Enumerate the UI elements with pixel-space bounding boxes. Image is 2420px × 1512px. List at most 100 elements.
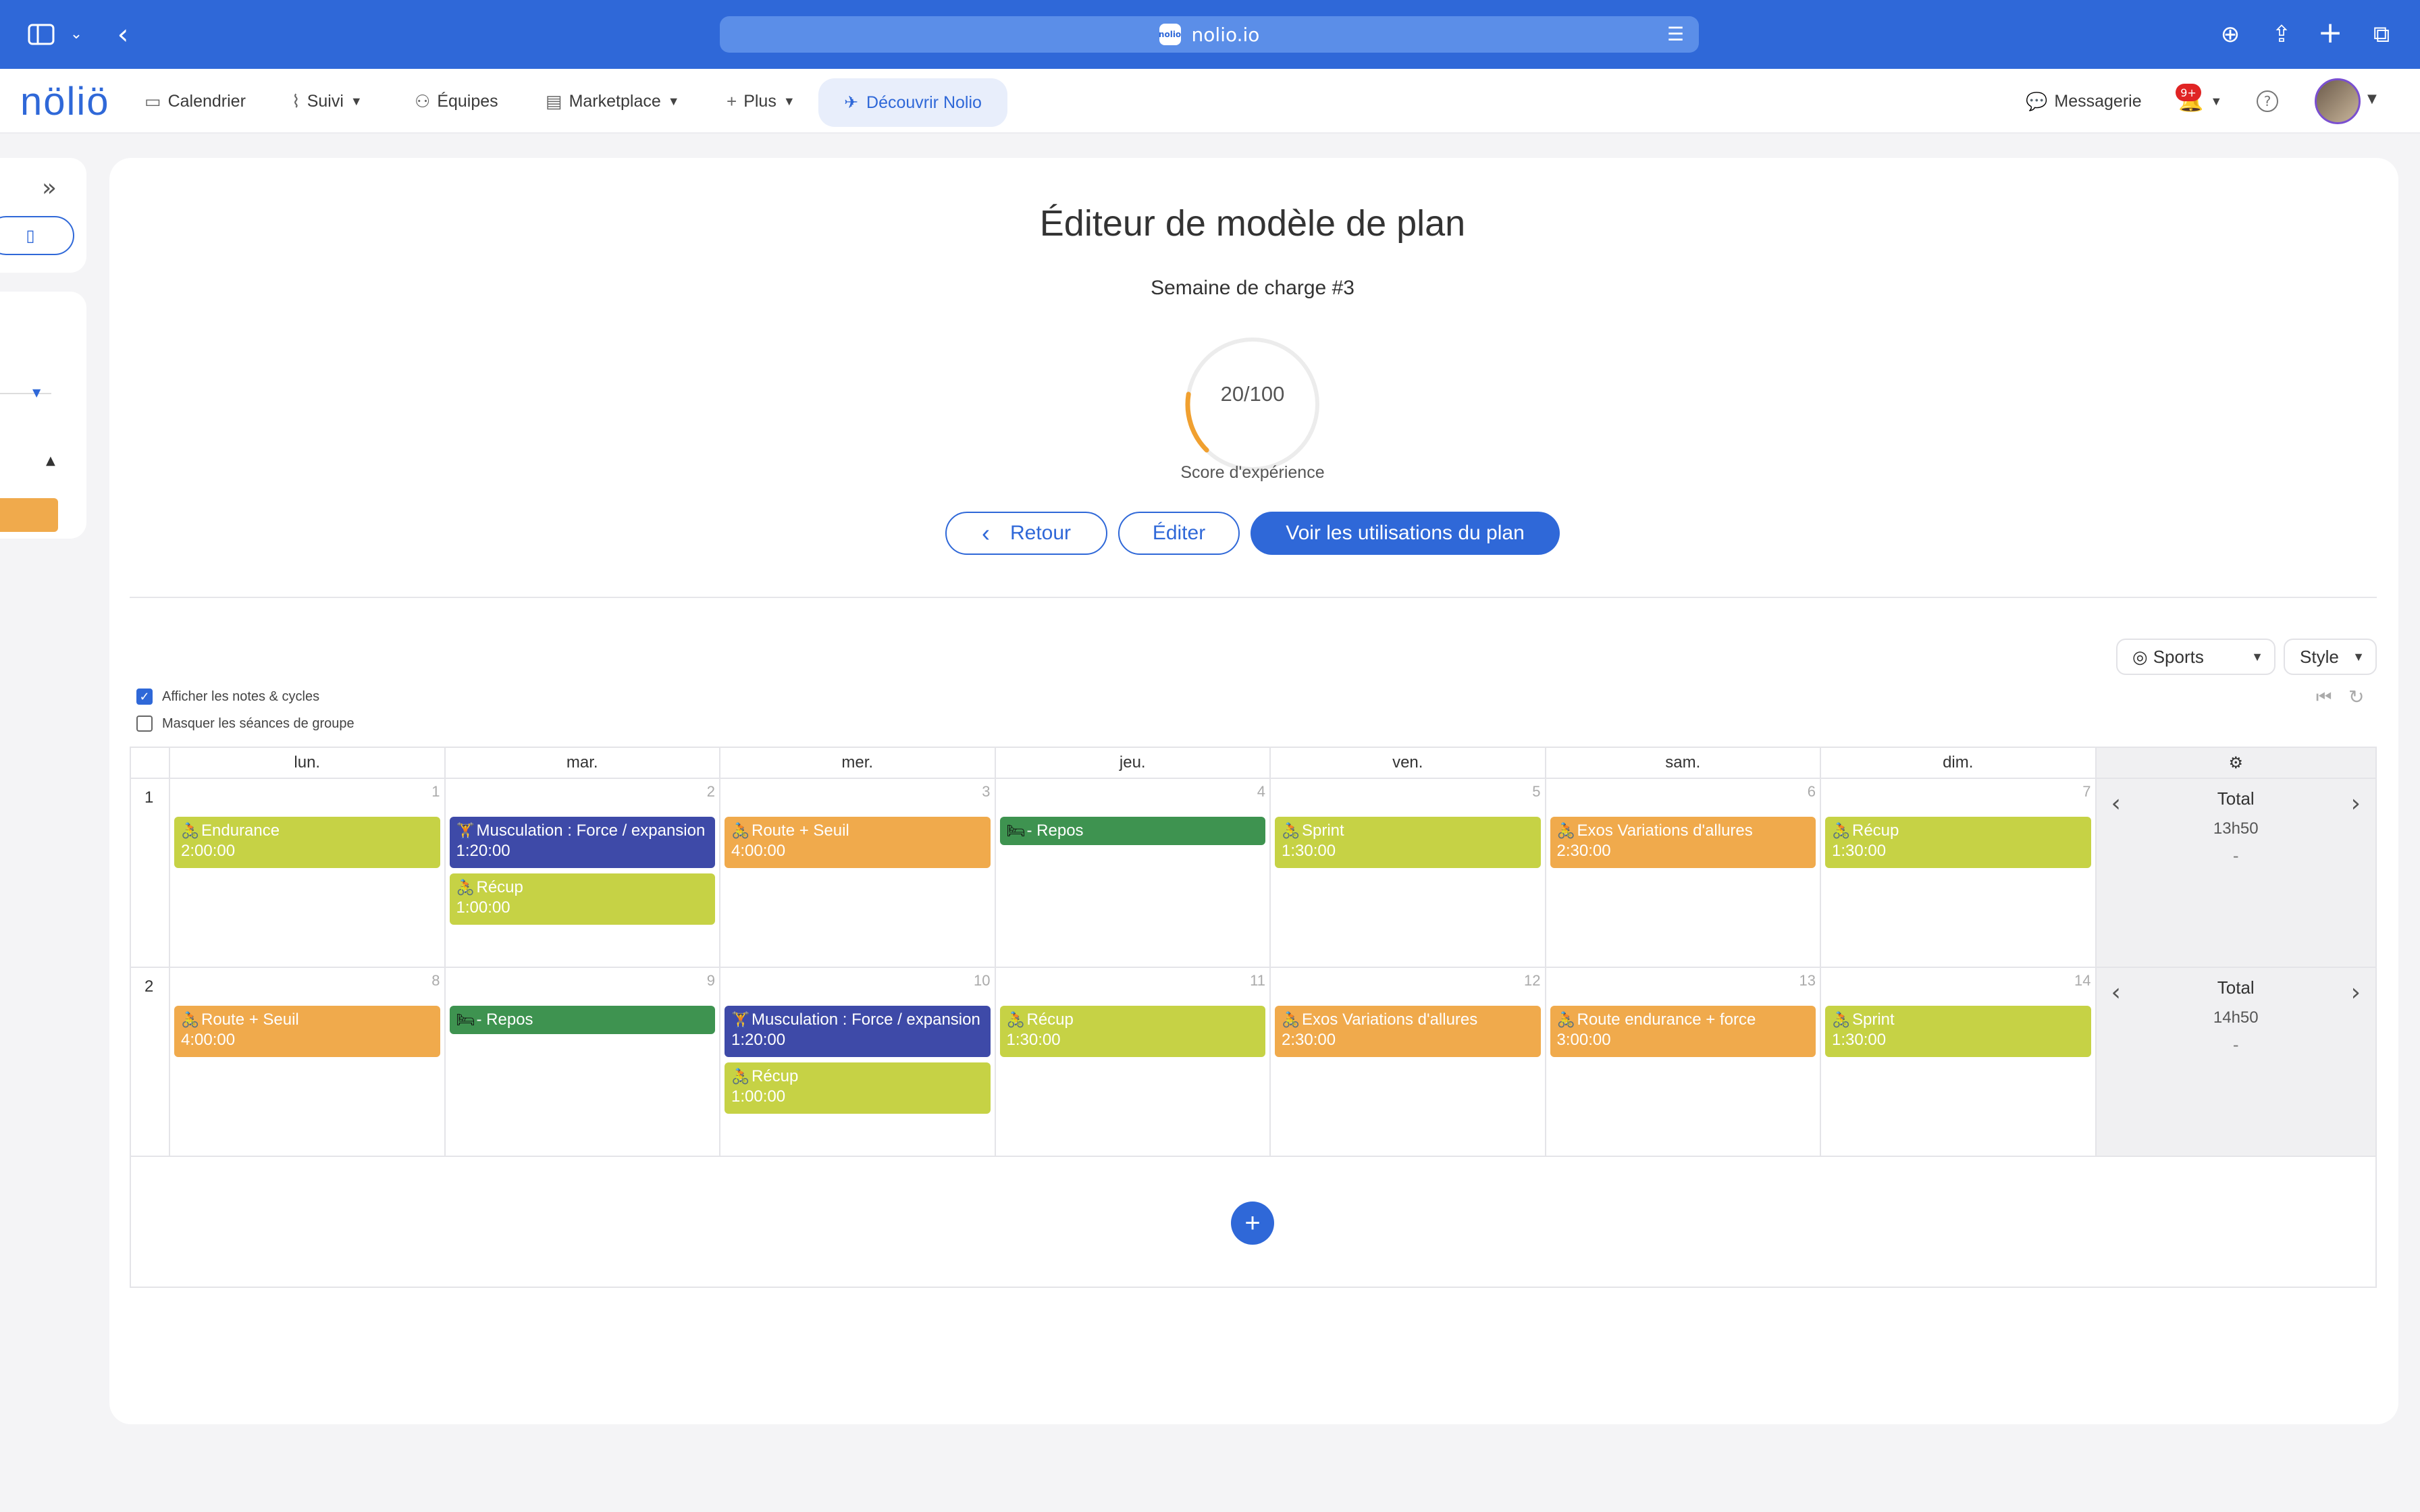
event-title: Endurance xyxy=(201,821,280,840)
workout-event[interactable]: 🚴 Exos Variations d'allures 2:30:00 xyxy=(1275,1006,1541,1057)
sports-dropdown[interactable]: ◎ Sports ▼ xyxy=(2116,639,2276,675)
caret-down-icon[interactable]: ▼ xyxy=(2367,92,2377,106)
day-cell[interactable]: 11 🚴 Récup 1:30:00 xyxy=(995,968,1271,1157)
gear-icon[interactable]: ⚙ xyxy=(2228,753,2243,773)
day-cell[interactable]: 13 🚴 Route endurance + force 3:00:00 xyxy=(1546,968,1821,1157)
download-icon[interactable]: ⊕ xyxy=(2215,19,2246,50)
event-duration: 1:30:00 xyxy=(1832,842,1887,860)
add-week-button[interactable]: + xyxy=(1231,1202,1274,1245)
workout-event[interactable]: 🚴 Endurance 2:00:00 xyxy=(174,817,440,868)
edit-button[interactable]: Éditer xyxy=(1118,512,1240,555)
nav-marketplace[interactable]: ▤ Marketplace ▼ xyxy=(546,69,680,134)
workout-event[interactable]: 🚴 Sprint 1:30:00 xyxy=(1275,817,1541,868)
day-cell[interactable]: 9 🛏- Repos xyxy=(445,968,720,1157)
day-number: 2 xyxy=(706,783,715,800)
event-duration: 1:00:00 xyxy=(731,1087,786,1106)
workout-event[interactable]: 🛏- Repos xyxy=(999,817,1265,845)
checkbox-checked-icon[interactable]: ✓ xyxy=(136,688,153,705)
nav-plus[interactable]: + Plus ▼ xyxy=(727,69,795,134)
browser-toolbar: ⌄ ‹ nolio nolio.io ☰ ⊕ ⇪ + ⧉ xyxy=(0,0,2420,69)
view-plan-usages-button[interactable]: Voir les utilisations du plan xyxy=(1251,512,1560,555)
checkbox-label: Afficher les notes & cycles xyxy=(162,688,320,704)
workout-event[interactable]: 🚴 Récup 1:30:00 xyxy=(1825,817,2091,868)
nav-equipes[interactable]: ⚇ Équipes xyxy=(415,69,498,134)
workout-event[interactable]: 🏋 Musculation : Force / expansion 1:20:00 xyxy=(725,1006,991,1057)
day-cell[interactable]: 14 🚴 Sprint 1:30:00 xyxy=(1821,968,2097,1157)
help-icon[interactable]: ? xyxy=(2257,90,2278,112)
share-icon[interactable]: ⇪ xyxy=(2266,19,2297,50)
day-header: mer. xyxy=(720,748,996,779)
nav-messagerie[interactable]: 💬 Messagerie xyxy=(2026,69,2142,134)
event-title: - Repos xyxy=(1026,821,1084,840)
day-cell[interactable]: 12 🚴 Exos Variations d'allures 2:30:00 xyxy=(1271,968,1546,1157)
checkbox-unchecked-icon[interactable] xyxy=(136,716,153,732)
event-duration: 4:00:00 xyxy=(731,842,786,860)
workout-event[interactable]: 🚴 Route endurance + force 3:00:00 xyxy=(1550,1006,1816,1057)
day-cell[interactable]: 8 🚴 Route + Seuil 4:00:00 xyxy=(170,968,446,1157)
caret-down-icon: ▼ xyxy=(667,94,680,108)
day-cell[interactable]: 7 🚴 Récup 1:30:00 xyxy=(1821,779,2097,968)
workout-event[interactable]: 🚴 Récup 1:00:00 xyxy=(449,873,715,925)
day-cell[interactable]: 3 🚴 Route + Seuil 4:00:00 xyxy=(720,779,996,968)
rocket-icon: ✈ xyxy=(844,93,859,112)
bike-icon: 🚴 xyxy=(1556,822,1575,839)
notifications-button[interactable]: 🔔 ▼ xyxy=(2178,69,2222,134)
day-cell[interactable]: 4 🛏- Repos xyxy=(995,779,1271,968)
day-number: 3 xyxy=(982,783,991,800)
workout-event[interactable]: 🚴 Sprint 1:30:00 xyxy=(1825,1006,2091,1057)
style-dropdown[interactable]: Style ▼ xyxy=(2284,639,2377,675)
avatar[interactable] xyxy=(2315,78,2361,124)
day-cell[interactable]: 10 🏋 Musculation : Force / expansion 1:20:0… xyxy=(720,968,996,1157)
expand-icon[interactable]: » xyxy=(42,174,57,202)
event-duration: 2:30:00 xyxy=(1282,1031,1336,1049)
nav-calendrier[interactable]: ▭ Calendrier xyxy=(144,69,246,134)
nolio-logo[interactable]: nöliö xyxy=(20,73,110,130)
score-value: 20/100 xyxy=(1220,382,1285,406)
workout-event[interactable]: 🛏- Repos xyxy=(449,1006,715,1034)
workout-event[interactable]: 🚴 Route + Seuil 4:00:00 xyxy=(725,817,991,868)
back-button[interactable]: ‹ Retour xyxy=(945,512,1107,555)
workout-event[interactable]: 🚴 Récup 1:00:00 xyxy=(725,1062,991,1114)
event-duration: 1:30:00 xyxy=(1006,1031,1061,1049)
discover-nolio-button[interactable]: ✈ Découvrir Nolio xyxy=(818,78,1007,127)
skip-back-icon[interactable]: ⏮ xyxy=(2316,687,2332,708)
day-cell[interactable]: 2 🏋 Musculation : Force / expansion 1:20:00… xyxy=(445,779,720,968)
usages-label: Voir les utilisations du plan xyxy=(1286,522,1525,544)
caret-down-icon[interactable]: ▼ xyxy=(32,386,41,399)
color-swatch[interactable] xyxy=(0,498,58,532)
workout-event[interactable]: 🚴 Route + Seuil 4:00:00 xyxy=(174,1006,440,1057)
address-bar[interactable]: nolio nolio.io ☰ xyxy=(720,16,1699,53)
total-value: 13h50 xyxy=(2213,819,2259,838)
reader-icon[interactable]: ☰ xyxy=(1667,23,1684,45)
event-title: Exos Variations d'allures xyxy=(1302,1010,1478,1029)
workout-event[interactable]: 🏋 Musculation : Force / expansion 1:20:00 xyxy=(449,817,715,868)
refresh-icon[interactable]: ↻ xyxy=(2348,686,2364,708)
back-arrow-icon[interactable]: ‹ xyxy=(109,19,136,50)
new-tab-icon[interactable]: + xyxy=(2315,18,2346,49)
chat-icon: 💬 xyxy=(2026,90,2048,111)
nav-suivi[interactable]: ⌇ Suivi ▼ xyxy=(292,69,363,134)
show-notes-checkbox[interactable]: ✓ Afficher les notes & cycles xyxy=(136,688,319,705)
day-number: 5 xyxy=(1532,783,1541,800)
caret-up-icon[interactable]: ▲ xyxy=(46,454,55,468)
event-duration: 2:30:00 xyxy=(1556,842,1611,860)
workout-event[interactable]: 🚴 Récup 1:30:00 xyxy=(999,1006,1265,1057)
chevron-down-icon[interactable]: ⌄ xyxy=(66,19,86,50)
event-title: Sprint xyxy=(1852,1010,1895,1029)
day-header: jeu. xyxy=(995,748,1271,779)
hide-group-sessions-checkbox[interactable]: Masquer les séances de groupe xyxy=(136,716,354,732)
event-title: - Repos xyxy=(476,1010,533,1029)
tabs-overview-icon[interactable]: ⧉ xyxy=(2366,19,2397,50)
sidebar-toggle-icon[interactable] xyxy=(24,19,58,50)
workout-event[interactable]: 🚴 Exos Variations d'allures 2:30:00 xyxy=(1550,817,1816,868)
day-cell[interactable]: 6 🚴 Exos Variations d'allures 2:30:00 xyxy=(1546,779,1821,968)
settings-header: ⚙ xyxy=(2096,748,2375,779)
nav-label: Équipes xyxy=(437,91,498,111)
favicon-icon: nolio xyxy=(1159,24,1181,45)
caret-down-icon: ▼ xyxy=(783,94,795,108)
discover-label: Découvrir Nolio xyxy=(866,92,982,112)
day-cell[interactable]: 1 🚴 Endurance 2:00:00 xyxy=(170,779,446,968)
event-title: Récup xyxy=(1852,821,1899,840)
event-duration: 1:20:00 xyxy=(456,842,510,860)
day-cell[interactable]: 5 🚴 Sprint 1:30:00 xyxy=(1271,779,1546,968)
